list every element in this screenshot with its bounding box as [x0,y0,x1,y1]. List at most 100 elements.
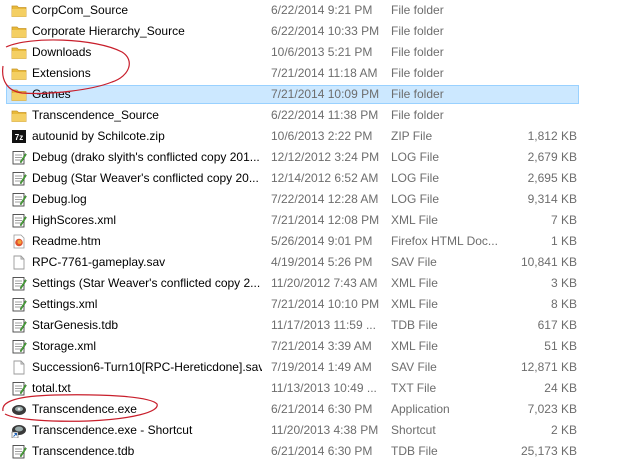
file-date-modified: 11/13/2013 10:49 ... [271,381,377,395]
file-date-modified: 7/19/2014 1:49 AM [271,360,372,374]
file-name: Debug.log [32,192,87,206]
file-type: XML File [391,297,438,311]
file-name: total.txt [32,381,71,395]
file-size: 24 KB [544,381,577,395]
file-size: 1 KB [550,234,577,248]
transcendence-shortcut-icon [11,423,27,439]
folder-icon [11,108,27,123]
file-size: 8 KB [550,297,577,311]
file-date-modified: 10/6/2013 5:21 PM [271,45,373,59]
file-row[interactable]: total.txt 11/13/2013 10:49 ... TXT File 24 … [0,378,644,399]
folder-icon [11,24,27,39]
file-row[interactable]: Readme.htm 5/26/2014 9:01 PM Firefox HTML … [0,231,644,252]
file-name: Transcendence.exe [32,402,137,416]
file-size: 25,173 KB [520,444,577,458]
file-row[interactable]: Transcendence.exe - Shortcut 11/20/2013 4… [0,420,644,441]
file-size: 7 KB [550,213,577,227]
file-row[interactable]: CorpCom_Source 6/22/2014 9:21 PM File fold… [0,0,644,21]
file-size [500,21,577,42]
file-type: Firefox HTML Doc... [391,234,498,248]
file-name: RPC-7761-gameplay.sav [32,255,166,269]
file-size [500,105,577,126]
file-type: SAV File [391,360,437,374]
file-date-modified: 6/21/2014 6:30 PM [271,444,373,458]
notepad-icon [11,297,27,312]
file-row[interactable]: Downloads 10/6/2013 5:21 PM File folder [0,42,644,63]
notepad-icon [11,339,27,354]
file-size: 3 KB [550,276,577,290]
file-date-modified: 11/17/2013 11:59 ... [271,318,376,332]
file-row[interactable]: Transcendence_Source 6/22/2014 11:38 PM Fi… [0,105,644,126]
file-row[interactable]: Settings.xml 7/21/2014 10:10 PM XML File 8 … [0,294,644,315]
file-type: SAV File [391,255,437,269]
file-date-modified: 7/21/2014 10:10 PM [271,297,380,311]
file-size [500,42,577,63]
file-name: CorpCom_Source [32,3,129,17]
file-row[interactable]: Debug (drako slyith's conflicted copy 20… [0,147,644,168]
folder-icon [11,87,27,102]
file-type: XML File [391,213,438,227]
file-date-modified: 6/21/2014 6:30 PM [271,402,373,416]
file-row[interactable]: Settings (Star Weaver's conflicted copy … [0,273,644,294]
file-name: Corporate Hierarchy_Source [32,24,185,38]
file-date-modified: 6/22/2014 10:33 PM [271,24,380,38]
file-type: File folder [391,24,444,38]
file-date-modified: 7/21/2014 3:39 AM [271,339,372,353]
file-type: LOG File [391,171,440,185]
notepad-icon [11,276,27,291]
file-type: File folder [391,108,444,122]
file-name: Transcendence.exe - Shortcut [32,423,193,437]
file-type: TXT File [391,381,437,395]
blank-file-icon [11,360,27,375]
file-row[interactable]: StarGenesis.tdb 11/17/2013 11:59 ... TDB F… [0,315,644,336]
file-size: 12,871 KB [520,360,577,374]
svg-text:7z: 7z [15,133,23,142]
folder-icon [11,66,27,81]
file-row[interactable]: Debug (Star Weaver's conflicted copy 20.… [0,168,644,189]
file-date-modified: 7/22/2014 12:28 AM [271,192,379,206]
file-row[interactable]: Corporate Hierarchy_Source 6/22/2014 10:3… [0,21,644,42]
file-date-modified: 6/22/2014 9:21 PM [271,3,373,17]
firefox-html-icon [11,234,27,249]
notepad-icon [11,381,27,396]
file-row[interactable]: Succession6-Turn10[RPC-Hereticdone].sav 7… [0,357,644,378]
file-row[interactable]: Transcendence.tdb 6/21/2014 6:30 PM TDB Fi… [0,441,644,462]
file-name: Settings (Star Weaver's conflicted copy … [32,276,261,290]
file-row[interactable]: Debug.log 7/22/2014 12:28 AM LOG File 9,314… [0,189,644,210]
notepad-icon [11,444,27,459]
file-row[interactable]: Transcendence.exe 6/21/2014 6:30 PM Applic… [0,399,644,420]
file-name: Games [32,87,71,101]
file-name: Extensions [32,66,91,80]
file-date-modified: 4/19/2014 5:26 PM [271,255,373,269]
file-type: Application [391,402,450,416]
file-name: Transcendence_Source [32,108,159,122]
file-row[interactable]: RPC-7761-gameplay.sav 4/19/2014 5:26 PM SA… [0,252,644,273]
file-size: 2,695 KB [527,171,577,185]
file-size [500,84,577,105]
zip-7z-icon: 7z [11,129,27,144]
file-size: 9,314 KB [527,192,577,206]
file-list: CorpCom_Source 6/22/2014 9:21 PM File fold… [0,0,644,463]
file-type: XML File [391,276,438,290]
file-type: Shortcut [391,423,436,437]
file-date-modified: 11/20/2013 4:38 PM [271,423,379,437]
notepad-icon [11,192,27,207]
file-date-modified: 12/14/2012 6:52 AM [271,171,379,185]
file-row[interactable]: Extensions 7/21/2014 11:18 AM File folder [0,63,644,84]
file-date-modified: 10/6/2013 2:22 PM [271,129,373,143]
file-row[interactable]: 7z autounid by Schilcote.zip 10/6/2013 2:2… [0,126,644,147]
file-name: Debug (Star Weaver's conflicted copy 20.… [32,171,259,185]
notepad-icon [11,213,27,228]
file-type: ZIP File [391,129,433,143]
folder-icon [11,3,27,18]
file-date-modified: 6/22/2014 11:38 PM [271,108,379,122]
file-row[interactable]: HighScores.xml 7/21/2014 12:08 PM XML File… [0,210,644,231]
file-name: StarGenesis.tdb [32,318,119,332]
file-row[interactable]: Storage.xml 7/21/2014 3:39 AM XML File 51 K… [0,336,644,357]
file-size: 51 KB [544,339,577,353]
file-row[interactable]: Games 7/21/2014 10:09 PM File folder [0,84,644,105]
file-name: Succession6-Turn10[RPC-Hereticdone].sav [32,360,262,374]
file-date-modified: 12/12/2012 3:24 PM [271,150,380,164]
file-type: LOG File [391,192,440,206]
file-type: File folder [391,3,444,17]
